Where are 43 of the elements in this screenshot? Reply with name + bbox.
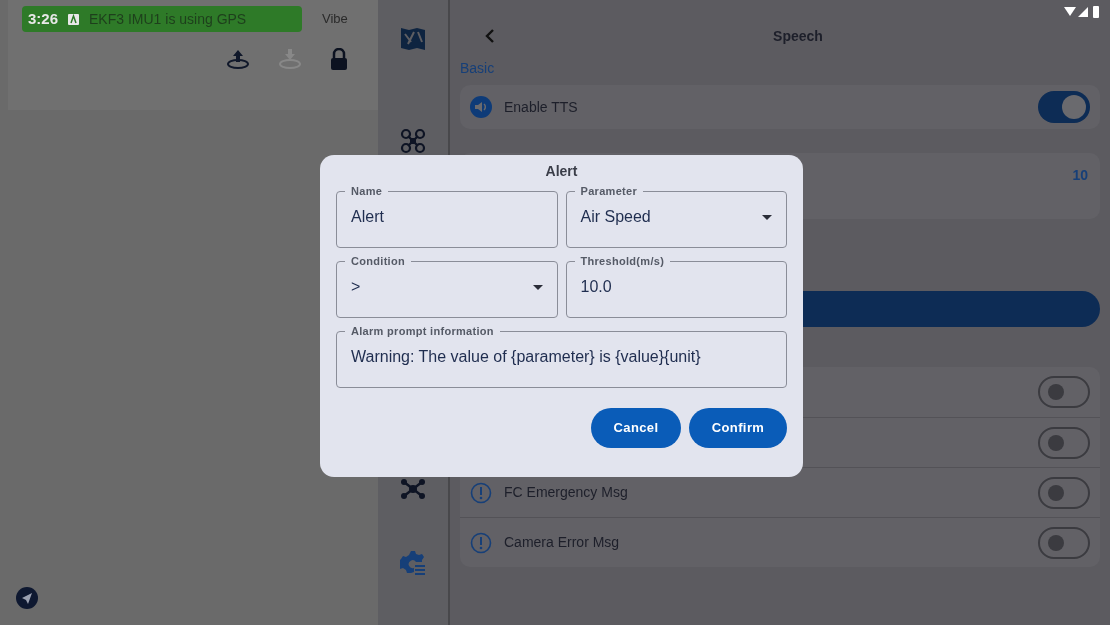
toggle-switch[interactable] (1038, 91, 1090, 123)
toggle-switch[interactable] (1038, 426, 1090, 459)
field-label: Name (350, 186, 384, 197)
toggle-switch[interactable] (1038, 526, 1090, 559)
input-field[interactable]: Name Alert (336, 186, 558, 248)
dialog-title: Alert (544, 162, 579, 181)
alert-icon (470, 531, 492, 554)
field-label: Condition (350, 256, 406, 267)
alert-icon (470, 481, 492, 504)
map-icon[interactable] (400, 26, 426, 50)
setting-label: Camera Error Msg (504, 533, 620, 552)
download-icon[interactable] (278, 48, 302, 70)
field-label: Parameter (579, 186, 638, 197)
setting-label: Enable TTS (504, 97, 578, 117)
send-icon[interactable] (16, 587, 38, 609)
value-text: 10 (1072, 167, 1088, 183)
app-icon (68, 13, 80, 25)
page-title: Speech (772, 26, 824, 46)
upload-icon[interactable] (226, 48, 250, 70)
field-label: Alarm prompt information (350, 326, 495, 337)
status-icons (1064, 6, 1100, 18)
back-icon[interactable] (484, 28, 496, 44)
settings-icon[interactable] (400, 550, 426, 576)
input-field[interactable]: Alarm prompt information Warning: The value of {parameter} is {value}{unit} (336, 326, 787, 388)
confirm-button[interactable]: Confirm (689, 408, 787, 448)
dropdown-field[interactable]: Parameter Air Speed (565, 186, 787, 248)
clock-time: 3:26 (28, 8, 59, 29)
toggle-switch[interactable] (1038, 476, 1090, 509)
network-icon[interactable] (400, 478, 426, 500)
dropdown-field[interactable]: Condition > (336, 256, 558, 318)
vibe-label: Vibe (322, 10, 348, 29)
setting-label: FC Emergency Msg (504, 483, 628, 502)
caret-icon (762, 214, 772, 220)
speaker-icon (470, 96, 492, 118)
toggle-switch[interactable] (1038, 376, 1090, 408)
caret-icon (532, 284, 543, 290)
input-field[interactable]: Threshold(m/s) 10.0 (565, 256, 787, 318)
lock-icon[interactable] (330, 48, 348, 70)
section-heading: Basic (460, 59, 496, 78)
notification-text: EKF3 IMU1 is using GPS (89, 9, 247, 29)
field-label: Threshold(m/s) (579, 256, 666, 267)
cancel-button[interactable]: Cancel (591, 408, 681, 448)
drone-icon[interactable] (400, 128, 426, 154)
